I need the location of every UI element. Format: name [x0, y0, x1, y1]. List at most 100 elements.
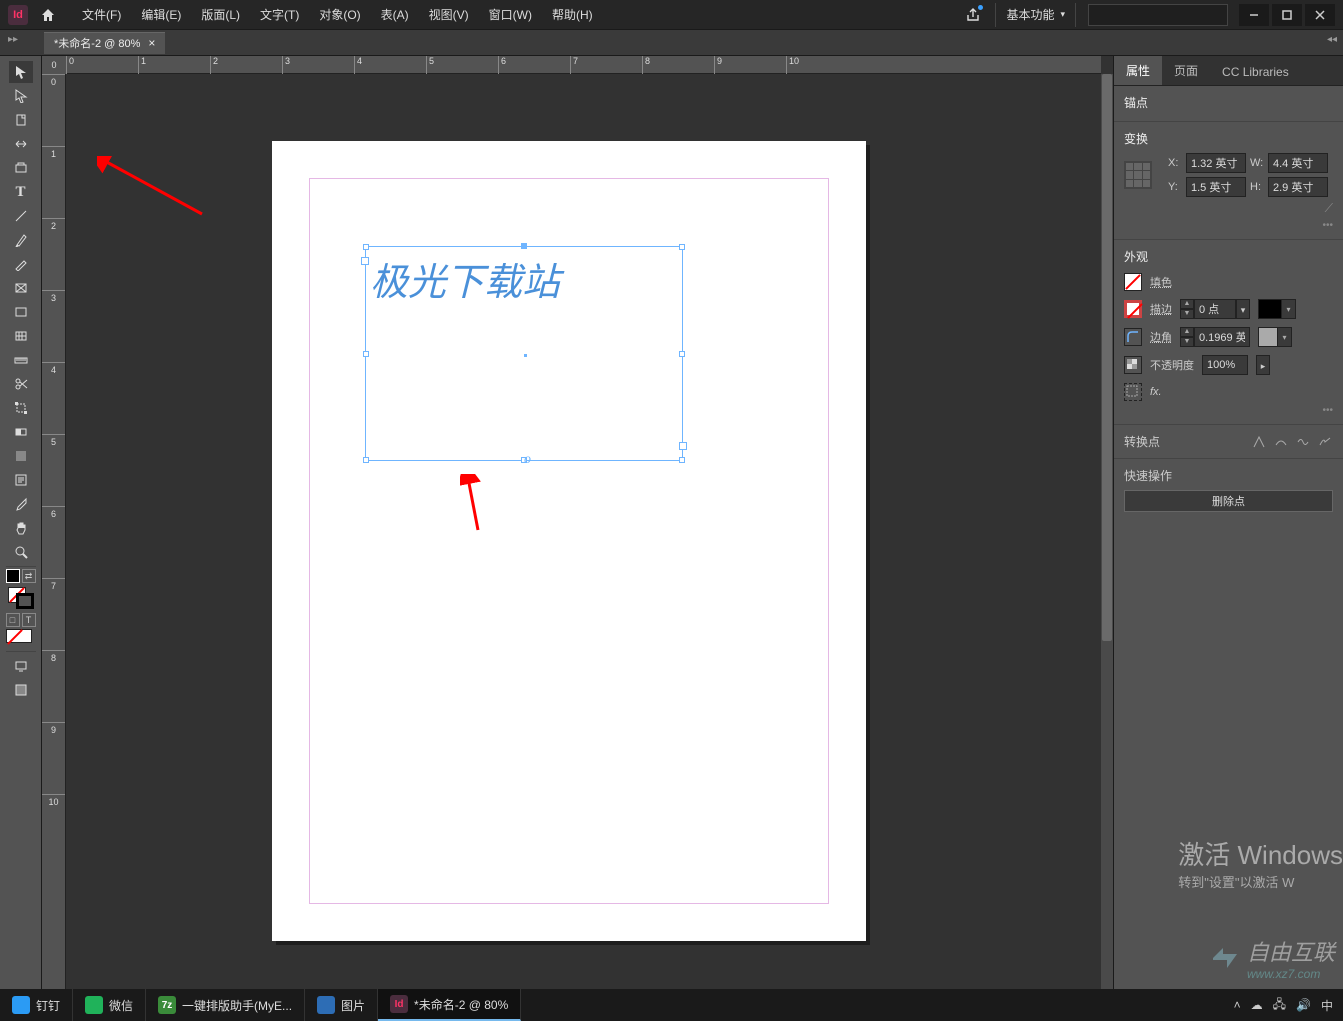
menu-help[interactable]: 帮助(H) — [542, 0, 603, 30]
free-transform-tool[interactable] — [9, 397, 33, 419]
taskbar-item[interactable]: 图片 — [305, 989, 378, 1021]
stroke-swatch[interactable] — [16, 593, 34, 609]
corner-down[interactable]: ▼ — [1180, 337, 1194, 347]
handle-top-left[interactable] — [363, 244, 369, 250]
rectangle-tool[interactable] — [9, 301, 33, 323]
scissors-tool[interactable] — [9, 373, 33, 395]
rectangle-frame-tool[interactable] — [9, 277, 33, 299]
eyedropper-tool[interactable] — [9, 493, 33, 515]
vertical-scrollbar[interactable] — [1101, 74, 1113, 989]
handle-top-right[interactable] — [679, 244, 685, 250]
search-input[interactable] — [1088, 4, 1228, 26]
ruler-tool[interactable] — [9, 349, 33, 371]
corner-shape-dropdown[interactable]: ▾ — [1258, 327, 1292, 347]
taskbar-item[interactable]: Id*未命名-2 @ 80% — [378, 989, 521, 1021]
pencil-tool[interactable] — [9, 253, 33, 275]
menu-layout[interactable]: 版面(L) — [191, 0, 250, 30]
smooth-point-icon[interactable] — [1273, 434, 1289, 450]
stroke-weight-input[interactable] — [1194, 299, 1236, 319]
delete-point-button[interactable]: 删除点 — [1124, 490, 1333, 512]
document-tab[interactable]: *未命名-2 @ 80% × — [44, 32, 165, 54]
stroke-weight-spinner[interactable]: ▲▼ ▾ — [1180, 299, 1250, 319]
fill-label[interactable]: 填色 — [1150, 274, 1172, 290]
taskbar-item[interactable]: 钉钉 — [0, 989, 73, 1021]
opacity-input[interactable] — [1202, 355, 1248, 375]
type-tool[interactable]: T — [9, 181, 33, 203]
input-y[interactable] — [1186, 177, 1246, 197]
window-minimize[interactable] — [1239, 4, 1269, 26]
view-mode-preview[interactable] — [9, 679, 33, 701]
zoom-tool[interactable] — [9, 541, 33, 563]
handle-mid-left[interactable] — [363, 351, 369, 357]
panel-toggle-right[interactable]: ◂◂ — [1327, 34, 1337, 45]
handle-bot-left[interactable] — [363, 457, 369, 463]
stroke-style-dropdown[interactable]: ▾ — [1258, 299, 1296, 319]
menu-table[interactable]: 表(A) — [371, 0, 419, 30]
taskbar-item[interactable]: 7z一键排版助手(MyE... — [146, 989, 305, 1021]
window-close[interactable] — [1305, 4, 1335, 26]
selection-tool[interactable] — [9, 61, 33, 83]
document-tab-close[interactable]: × — [148, 36, 155, 50]
reference-point-grid[interactable] — [1124, 161, 1152, 189]
menu-edit[interactable]: 编辑(E) — [131, 0, 191, 30]
fx-icon-swatch[interactable] — [1124, 383, 1142, 401]
corner-radius-spinner[interactable]: ▲▼ — [1180, 327, 1250, 347]
hand-tool[interactable] — [9, 517, 33, 539]
stroke-down[interactable]: ▼ — [1180, 309, 1194, 319]
default-colors-button[interactable] — [6, 569, 20, 583]
panel-toggle-left[interactable]: ▸▸ — [8, 34, 18, 45]
fx-label[interactable]: fx. — [1150, 386, 1162, 398]
horizontal-ruler[interactable]: 012345678910 — [66, 56, 1101, 74]
view-mode-normal[interactable] — [9, 655, 33, 677]
share-button[interactable] — [959, 1, 987, 29]
menu-file[interactable]: 文件(F) — [72, 0, 131, 30]
constrain-proportions-icon[interactable]: ⟋ — [1325, 201, 1333, 216]
gradient-swatch-tool[interactable] — [9, 421, 33, 443]
ruler-origin[interactable]: 0 — [42, 56, 66, 74]
corner-icon-swatch[interactable] — [1124, 328, 1142, 346]
input-h[interactable] — [1268, 177, 1328, 197]
tab-pages[interactable]: 页面 — [1162, 56, 1210, 85]
input-w[interactable] — [1268, 153, 1328, 173]
content-collector-tool[interactable] — [9, 157, 33, 179]
vertical-ruler[interactable]: 012345678910 — [42, 74, 66, 989]
transform-more[interactable]: ••• — [1124, 220, 1333, 231]
corner-label[interactable]: 边角 — [1150, 329, 1172, 345]
gradient-feather-tool[interactable] — [9, 445, 33, 467]
canvas-area[interactable]: 0 012345678910 012345678910 极光下载站 o — [42, 56, 1113, 989]
corner-up[interactable]: ▲ — [1180, 327, 1194, 337]
direct-selection-tool[interactable] — [9, 85, 33, 107]
menu-text[interactable]: 文字(T) — [250, 0, 309, 30]
menu-window[interactable]: 窗口(W) — [479, 0, 542, 30]
tray-onedrive-icon[interactable]: ☁ — [1251, 998, 1263, 1012]
table-tool[interactable] — [9, 325, 33, 347]
container-format-button[interactable]: □ — [6, 613, 20, 627]
pen-tool[interactable] — [9, 229, 33, 251]
symmetric-point-icon[interactable] — [1295, 434, 1311, 450]
text-format-button[interactable]: T — [22, 613, 36, 627]
page-tool[interactable] — [9, 109, 33, 131]
fill-stroke-swatch[interactable] — [6, 585, 36, 611]
handle-bot-right[interactable] — [679, 457, 685, 463]
tray-volume-icon[interactable]: 🔊 — [1296, 998, 1311, 1012]
menu-view[interactable]: 视图(V) — [419, 0, 479, 30]
corner-point-icon[interactable] — [1251, 434, 1267, 450]
tray-ime-indicator[interactable]: 中 — [1321, 997, 1333, 1014]
tray-network-icon[interactable]: 🖧 — [1273, 995, 1286, 1016]
text-in-port[interactable] — [361, 257, 369, 265]
swap-colors-button[interactable]: ⇄ — [22, 569, 36, 583]
input-x[interactable] — [1186, 153, 1246, 173]
asymmetric-point-icon[interactable] — [1317, 434, 1333, 450]
stroke-weight-dropdown[interactable]: ▾ — [1236, 299, 1250, 319]
appearance-more[interactable]: ••• — [1124, 405, 1333, 416]
opacity-dropdown[interactable]: ▸ — [1256, 355, 1270, 375]
text-frame-selection[interactable]: 极光下载站 o — [365, 246, 683, 461]
handle-top-mid[interactable] — [521, 243, 527, 249]
stroke-up[interactable]: ▲ — [1180, 299, 1194, 309]
tab-properties[interactable]: 属性 — [1114, 56, 1162, 85]
apply-none-button[interactable] — [6, 629, 32, 643]
handle-mid-right[interactable] — [679, 351, 685, 357]
scrollbar-thumb[interactable] — [1102, 74, 1112, 641]
fill-color-swatch[interactable] — [1124, 273, 1142, 291]
stroke-label[interactable]: 描边 — [1150, 301, 1172, 317]
